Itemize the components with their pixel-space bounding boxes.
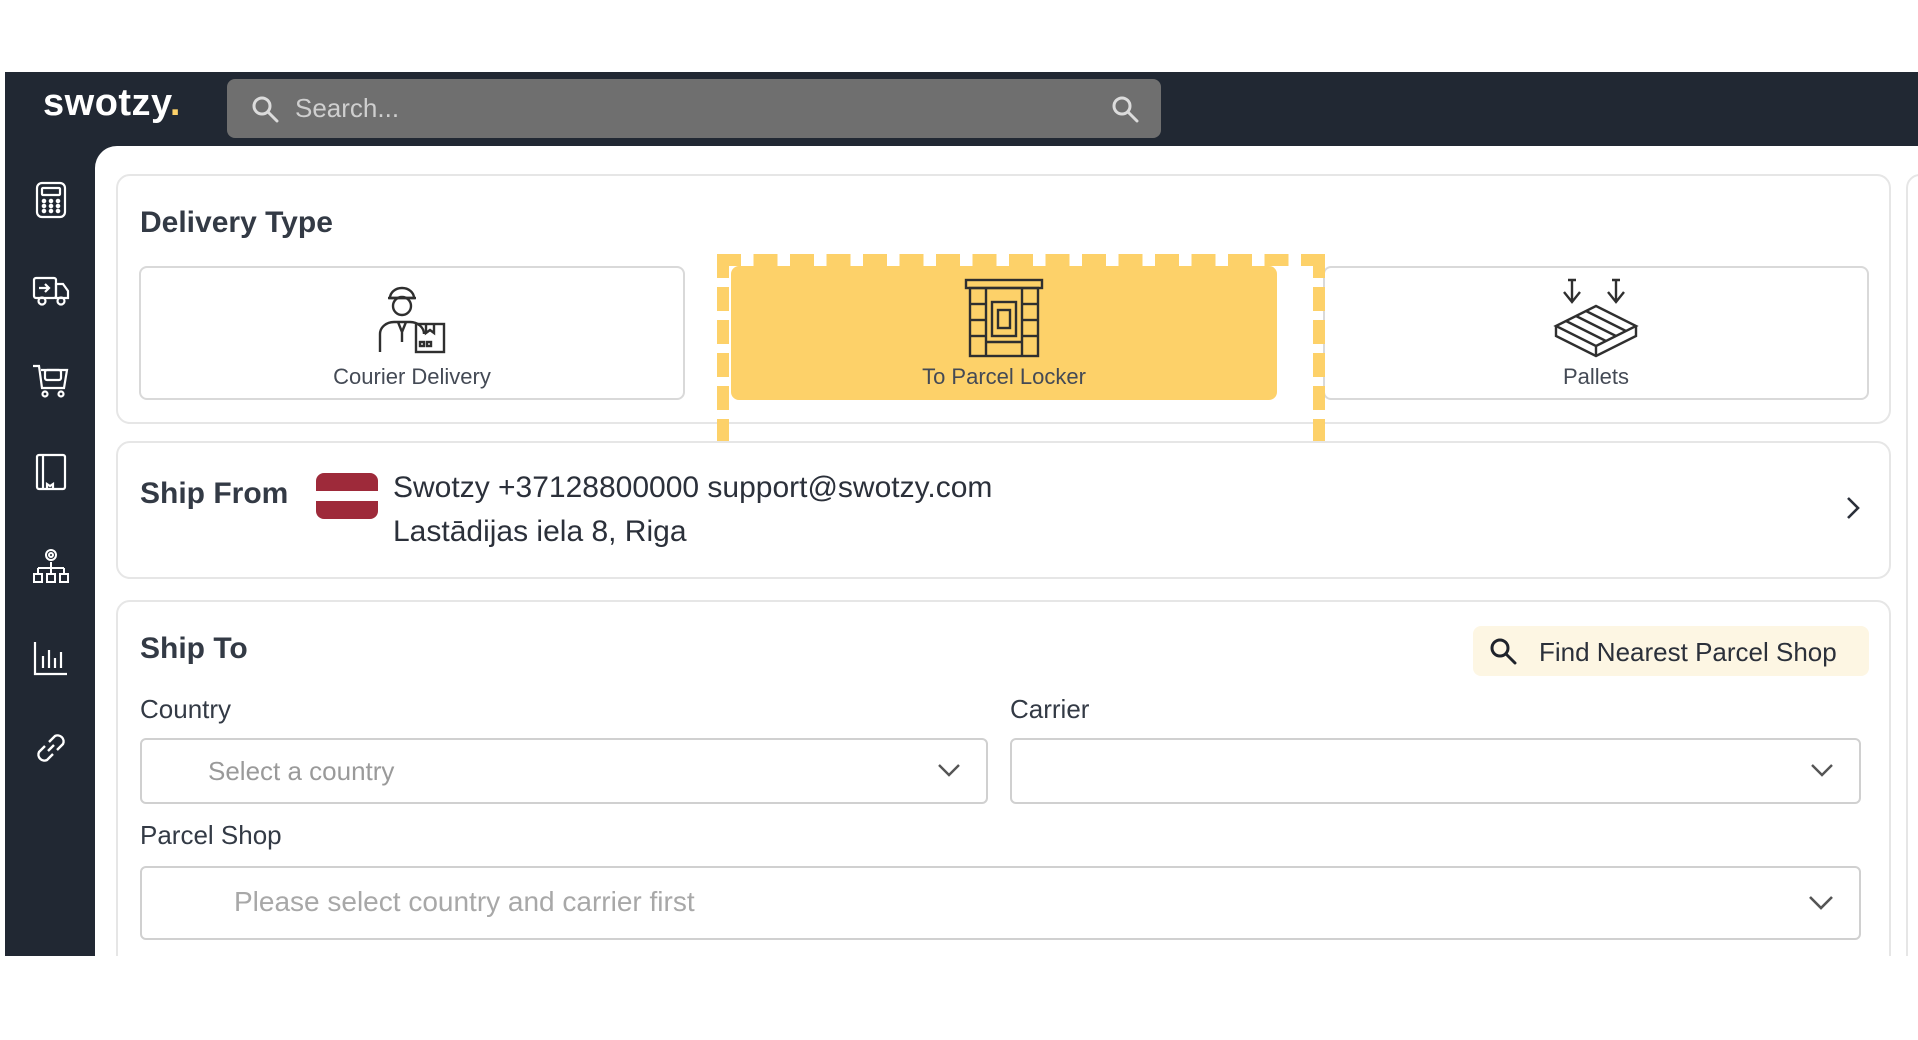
delivery-type-card: Delivery Type Courier Delivery To Parcel… xyxy=(116,174,1891,476)
delivery-type-title: Delivery Type xyxy=(140,206,333,239)
bar-chart-icon[interactable] xyxy=(31,638,71,678)
chevron-right-icon[interactable] xyxy=(1845,495,1861,526)
find-nearest-parcel-shop-button[interactable]: Find Nearest Parcel Shop xyxy=(1473,626,1869,676)
country-select[interactable]: Select a country xyxy=(140,738,988,804)
country-placeholder: Select a country xyxy=(208,756,395,786)
link-icon[interactable] xyxy=(31,728,71,768)
latvia-flag-icon xyxy=(316,473,378,519)
search-input[interactable] xyxy=(293,79,1053,138)
parcel-locker-option[interactable]: To Parcel Locker xyxy=(731,266,1277,400)
parcel-shop-label: Parcel Shop xyxy=(140,820,282,850)
organization-settings-icon[interactable] xyxy=(31,546,71,586)
chevron-down-icon xyxy=(936,762,962,783)
find-nearest-parcel-shop-label: Find Nearest Parcel Shop xyxy=(1539,637,1837,667)
ship-from-title: Ship From xyxy=(140,477,289,510)
parcel-shop-select[interactable]: Please select country and carrier first xyxy=(140,866,1861,940)
ship-from-card[interactable]: Ship From Swotzy +37128800000 support@sw… xyxy=(116,441,1891,579)
sidebar xyxy=(5,146,95,956)
ship-to-card: Ship To Find Nearest Parcel Shop Country… xyxy=(116,600,1891,956)
ship-to-title: Ship To xyxy=(140,632,248,665)
calculator-icon[interactable] xyxy=(31,180,71,220)
address-book-icon[interactable] xyxy=(31,452,71,492)
swotzy-logo[interactable]: swotzy. xyxy=(43,82,181,125)
parcel-locker-icon xyxy=(962,276,1046,365)
carrier-select[interactable] xyxy=(1010,738,1861,804)
courier-icon xyxy=(370,276,454,365)
logo-text: swotzy xyxy=(43,82,170,124)
sender-contact: Swotzy +37128800000 support@swotzy.com xyxy=(393,471,993,504)
shopping-cart-icon[interactable] xyxy=(31,360,71,400)
delivery-truck-icon[interactable] xyxy=(31,270,71,310)
parcel-shop-placeholder: Please select country and carrier first xyxy=(234,886,695,917)
courier-delivery-option[interactable]: Courier Delivery xyxy=(139,266,685,400)
main-content: Delivery Type Courier Delivery To Parcel… xyxy=(95,146,1918,956)
search-submit-icon[interactable] xyxy=(1111,95,1139,128)
logo-dot: . xyxy=(169,82,181,124)
app-window: swotzy. Search... Delivery Type Courier … xyxy=(5,72,1918,956)
courier-delivery-label: Courier Delivery xyxy=(333,364,491,389)
search-bar[interactable] xyxy=(227,79,1161,138)
carrier-label: Carrier xyxy=(1010,694,1090,724)
search-icon xyxy=(1489,637,1517,672)
search-icon xyxy=(251,95,279,128)
pallets-icon xyxy=(1550,276,1642,365)
sender-address: Lastādijas iela 8, Riga xyxy=(393,515,687,548)
pallets-option[interactable]: Pallets xyxy=(1323,266,1869,400)
pallets-label: Pallets xyxy=(1562,364,1630,389)
chevron-down-icon xyxy=(1807,894,1835,917)
right-panel-edge xyxy=(1906,174,1918,956)
country-label: Country xyxy=(140,694,232,724)
chevron-down-icon xyxy=(1809,762,1835,783)
parcel-locker-label: To Parcel Locker xyxy=(922,364,1086,389)
